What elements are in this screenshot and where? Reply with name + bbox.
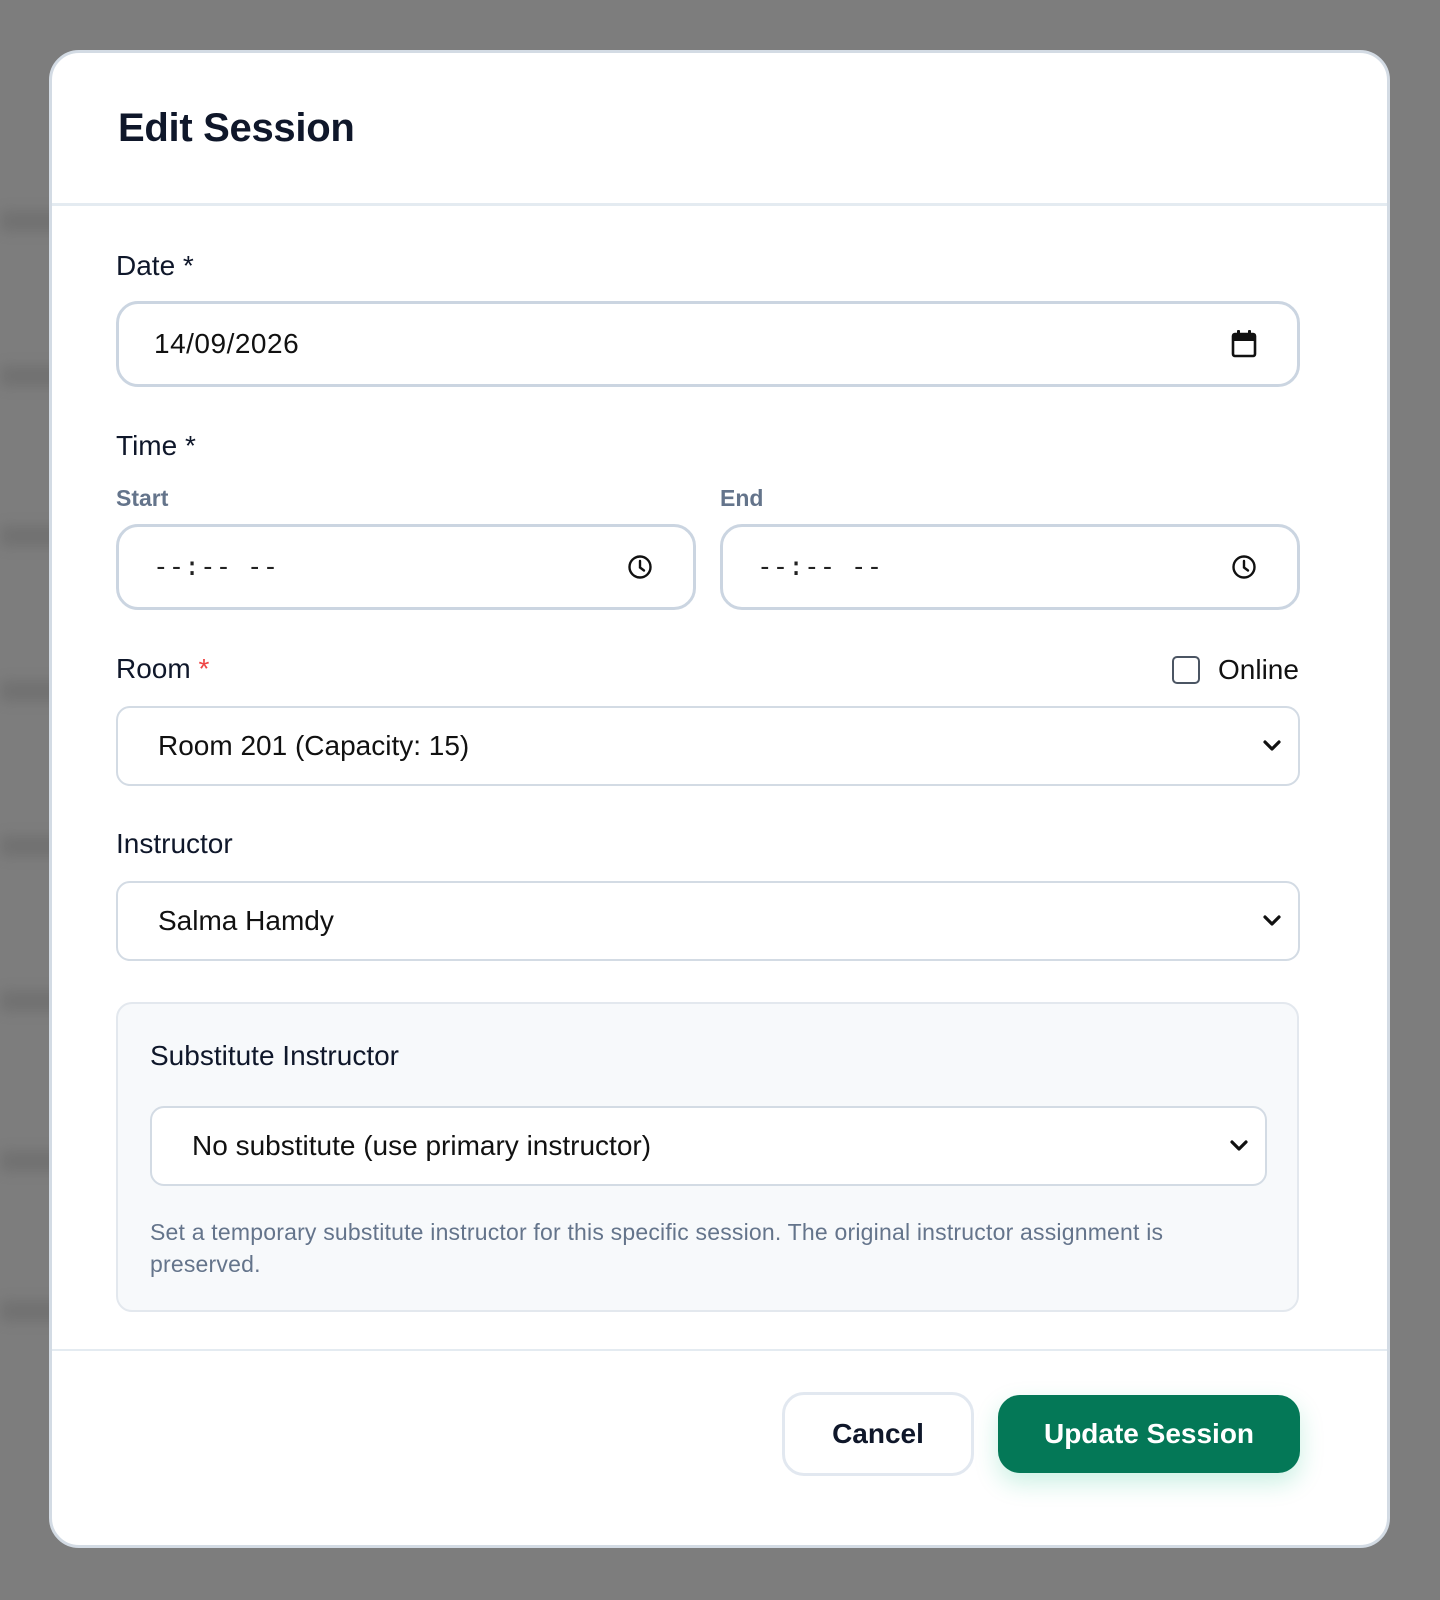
substitute-panel: Substitute Instructor No substitute (use…: [116, 1002, 1299, 1312]
substitute-select[interactable]: No substitute (use primary instructor): [150, 1106, 1267, 1186]
date-label: Date *: [116, 250, 194, 281]
online-checkbox[interactable]: [1172, 656, 1200, 684]
online-label: Online: [1218, 654, 1299, 685]
edit-session-modal: Edit Session Date * 14/09/2026 Time * St…: [49, 50, 1390, 1548]
modal-footer: Cancel Update Session: [52, 1349, 1387, 1545]
room-select-value: Room 201 (Capacity: 15): [158, 730, 470, 761]
online-toggle[interactable]: Online: [1172, 654, 1299, 686]
date-input[interactable]: 14/09/2026: [116, 301, 1300, 387]
substitute-label: Substitute Instructor: [150, 1040, 400, 1071]
instructor-select[interactable]: Salma Hamdy: [116, 881, 1300, 961]
start-time-value: --:-- --: [153, 552, 279, 582]
instructor-select-value: Salma Hamdy: [158, 905, 334, 936]
date-value: 14/09/2026: [154, 328, 300, 359]
end-time-input[interactable]: --:-- --: [720, 524, 1300, 610]
instructor-label: Instructor: [116, 828, 233, 859]
clock-icon[interactable]: [1231, 554, 1257, 580]
calendar-icon[interactable]: [1231, 330, 1257, 358]
required-marker: *: [198, 653, 210, 684]
update-session-button[interactable]: Update Session: [998, 1395, 1300, 1473]
chevron-down-icon: [1262, 914, 1282, 928]
room-label: Room *: [116, 653, 209, 685]
room-select[interactable]: Room 201 (Capacity: 15): [116, 706, 1300, 786]
room-label-text: Room: [116, 653, 191, 684]
cancel-button[interactable]: Cancel: [782, 1392, 974, 1476]
end-time-value: --:-- --: [757, 552, 883, 582]
time-label: Time *: [116, 430, 196, 461]
end-time-label: End: [720, 485, 764, 511]
clock-icon[interactable]: [627, 554, 653, 580]
chevron-down-icon: [1262, 739, 1282, 753]
modal-header: Edit Session: [52, 53, 1387, 206]
chevron-down-icon: [1229, 1139, 1249, 1153]
start-time-input[interactable]: --:-- --: [116, 524, 696, 610]
start-time-label: Start: [116, 485, 169, 511]
substitute-help-text: Set a temporary substitute instructor fo…: [150, 1219, 1164, 1277]
substitute-select-value: No substitute (use primary instructor): [192, 1130, 652, 1161]
modal-title: Edit Session: [118, 106, 355, 150]
